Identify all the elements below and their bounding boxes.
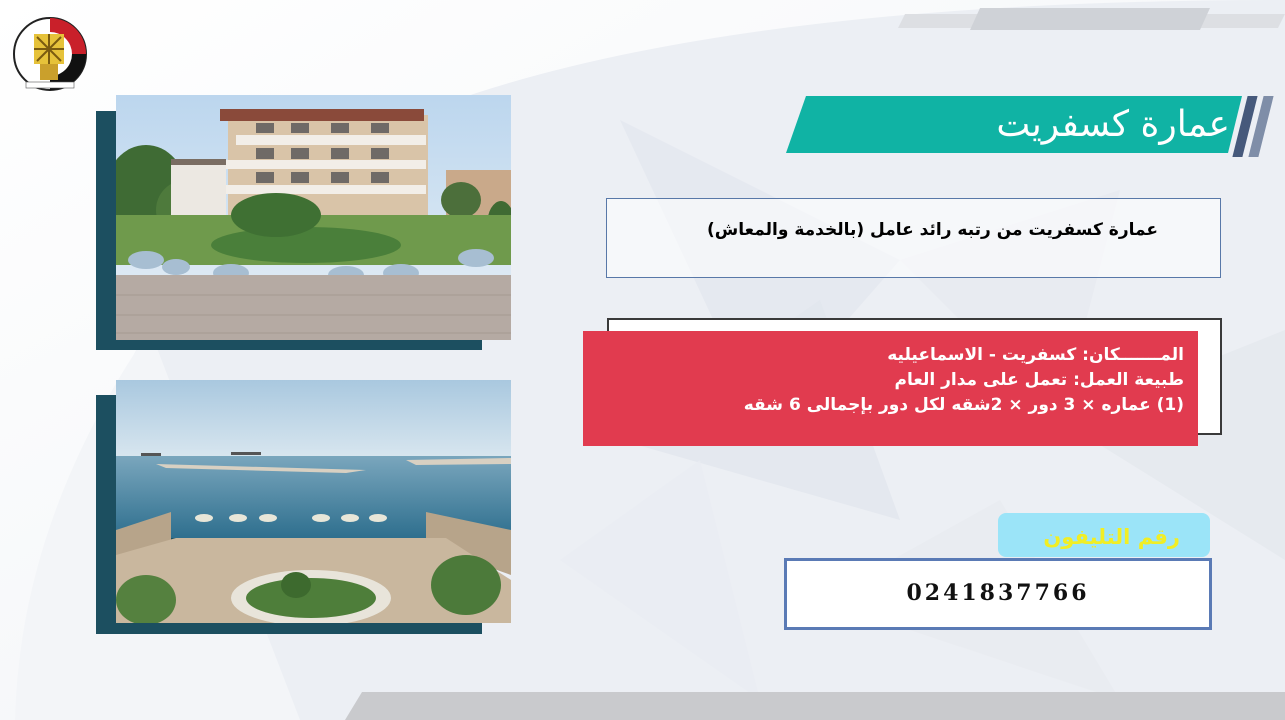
slide-title: عمارة كسفريت <box>996 104 1230 145</box>
sea-view-photo <box>116 380 511 623</box>
building-line: (1) عماره × 3 دور × 2شقه لكل دور بإجمالى… <box>743 395 1184 415</box>
work-line: طبيعة العمل: تعمل على مدار العام <box>583 368 1184 393</box>
sea-view-image <box>116 380 511 623</box>
work-value: : تعمل على مدار العام <box>894 370 1080 390</box>
building-photo <box>116 95 511 340</box>
info-box: المـــــــكان: كسفريت - الاسماعيليه طبيع… <box>583 331 1198 446</box>
phone-label: رقم التليفون <box>998 513 1210 557</box>
work-label: طبيعة العمل <box>1079 370 1184 390</box>
location-value: : كسفريت - الاسماعيليه <box>887 345 1089 365</box>
phone-box: 0241837766 <box>784 558 1212 630</box>
subtitle-box: عمارة كسفريت من رتبه رائد عامل (بالخدمة … <box>606 198 1221 278</box>
subtitle-text: عمارة كسفريت من رتبه رائد عامل (بالخدمة … <box>707 220 1158 240</box>
building-image <box>116 95 511 340</box>
location-line: المـــــــكان: كسفريت - الاسماعيليه <box>583 343 1184 368</box>
location-label: المـــــــكان <box>1088 345 1184 365</box>
slide: عمارة كسفريت عمارة كسفريت من رتبه رائد ع… <box>0 0 1285 720</box>
phone-number: 0241837766 <box>906 580 1090 606</box>
emblem-logo <box>13 17 87 91</box>
